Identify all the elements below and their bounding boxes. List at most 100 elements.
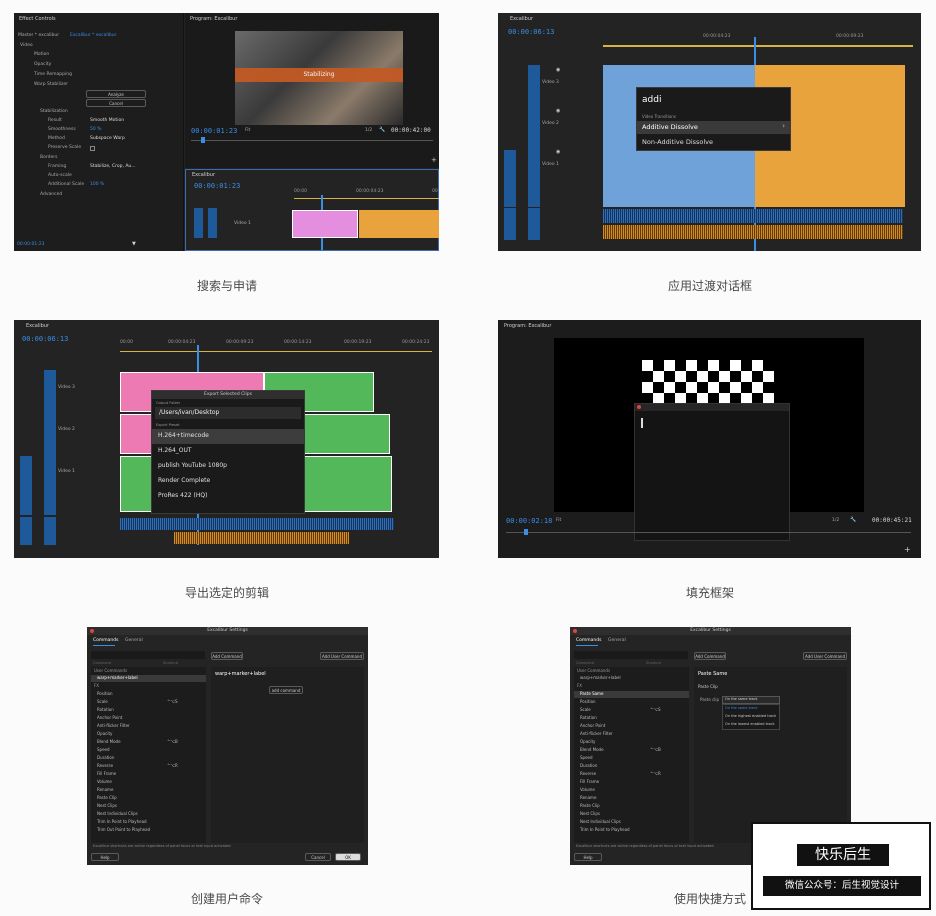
eye-icon[interactable]: ◉ (556, 150, 560, 155)
a1-source[interactable] (20, 517, 32, 545)
add-user-command-button[interactable]: Add User Command (320, 652, 364, 660)
cmd-item[interactable]: Blend Mode (580, 748, 604, 752)
user-command-item[interactable]: warp+marker+label (580, 676, 621, 680)
fx-warp[interactable]: Warp Stabilizer (34, 82, 68, 88)
add-command-button[interactable]: Add Command (694, 652, 726, 660)
cmd-item[interactable]: Nest Individual Clips (97, 812, 138, 816)
help-button[interactable]: Help (574, 853, 602, 861)
audio-waveform-1[interactable] (603, 209, 903, 223)
eye-icon[interactable]: ◉ (556, 109, 560, 114)
cmd-item[interactable]: Position (580, 700, 596, 704)
fx-opacity[interactable]: Opacity (34, 62, 51, 68)
search-input[interactable]: addi (642, 96, 661, 105)
cmd-item[interactable]: Nest Clips (580, 812, 600, 816)
cmd-item[interactable]: Fill Frame (580, 780, 599, 784)
cmd-item[interactable]: Anchor Point (97, 716, 122, 720)
analyze-button[interactable]: Analyze (86, 90, 146, 98)
fx-motion[interactable]: Motion (34, 52, 49, 58)
sequence-tab[interactable]: Excalibur (192, 173, 215, 178)
resolution-dropdown[interactable]: 1/2 (365, 128, 372, 134)
work-area-bar[interactable] (294, 198, 439, 199)
work-area-bar[interactable] (120, 351, 432, 352)
preset-item[interactable]: ProRes 422 (HQ) (158, 493, 207, 499)
cmd-item[interactable]: Nest Clips (97, 804, 117, 808)
cmd-item[interactable]: Scale (580, 708, 591, 712)
close-dot-icon[interactable] (637, 405, 641, 409)
v1-source[interactable] (194, 208, 203, 238)
cmd-item[interactable]: Rotation (580, 716, 597, 720)
cmd-item[interactable]: Scale (97, 700, 108, 704)
cmd-item[interactable]: Reverse (97, 764, 113, 768)
selected-command[interactable]: Paste Same (580, 692, 603, 696)
cmd-item[interactable]: Anchor Point (580, 724, 605, 728)
result-item-2[interactable]: Non-Additive Dissolve (642, 139, 713, 146)
cmd-item[interactable]: Volume (97, 780, 112, 784)
wrench-icon[interactable]: 🔧 (850, 518, 856, 523)
eye-icon[interactable]: ◉ (556, 68, 560, 73)
cmd-item[interactable]: Anti-flicker Filter (580, 732, 613, 736)
add-user-command-button[interactable]: Add User Command (803, 652, 847, 660)
framing-dropdown[interactable]: Stabilize, Crop, Au... (90, 164, 136, 170)
work-area-bar[interactable] (603, 45, 913, 47)
preserve-checkbox[interactable] (90, 146, 95, 151)
tab-general[interactable]: General (125, 638, 143, 644)
text-caret[interactable] (641, 418, 643, 428)
search-input[interactable] (574, 651, 688, 659)
preset-item[interactable]: H.264_OUT (158, 448, 192, 454)
a-target-column[interactable] (528, 208, 540, 240)
cmd-item[interactable]: Speed (97, 748, 110, 752)
help-button[interactable]: Help (91, 853, 119, 861)
v1-source[interactable] (504, 150, 516, 207)
add-scaling-value[interactable]: 100 % (90, 182, 104, 188)
cmd-item[interactable]: Opacity (580, 740, 595, 744)
clip-orange[interactable] (359, 210, 439, 238)
playhead[interactable] (201, 137, 205, 143)
filter-icon[interactable]: ▼ (132, 242, 136, 247)
cmd-item[interactable]: Speed (580, 756, 593, 760)
cmd-item[interactable]: Rename (580, 796, 596, 800)
output-folder-field[interactable]: /Users/ivan/Desktop (155, 407, 301, 419)
cmd-item[interactable]: Rotation (97, 708, 114, 712)
preset-item[interactable]: H.264+timecode (158, 433, 209, 439)
ok-button[interactable]: OK (335, 853, 361, 861)
sequence-tab[interactable]: Excalibur (26, 324, 49, 329)
paste-target-dropdown[interactable]: On the same track (722, 696, 780, 704)
cmd-item[interactable]: Rename (97, 788, 113, 792)
audio-waveform-2[interactable] (174, 532, 349, 544)
cmd-item[interactable]: Position (97, 692, 113, 696)
preset-item[interactable]: Render Complete (158, 478, 210, 484)
add-command-inner-button[interactable]: add command (269, 686, 303, 694)
preset-item[interactable]: publish YouTube 1080p (158, 463, 227, 469)
tab-commands[interactable]: Commands (576, 638, 601, 644)
add-button-icon[interactable]: + (904, 546, 911, 554)
cmd-item[interactable]: Paste Clip (97, 796, 117, 800)
a-target-column[interactable] (44, 517, 56, 545)
sequence-tab[interactable]: Excalibur (510, 17, 533, 22)
method-dropdown[interactable]: Subspace Warp (90, 136, 125, 142)
cmd-item[interactable]: Reverse (580, 772, 596, 776)
cmd-item[interactable]: Volume (580, 788, 595, 792)
add-command-button[interactable]: Add Command (211, 652, 243, 660)
cmd-item[interactable]: Blend Mode (97, 740, 121, 744)
cancel-analyze-button[interactable]: Cancel (86, 99, 146, 107)
video-target-column[interactable] (528, 65, 540, 207)
audio-waveform-1[interactable] (120, 518, 394, 530)
option-2[interactable]: On the highest enabled track (725, 714, 776, 719)
result-item-selected[interactable]: Additive Dissolve › (637, 121, 790, 134)
wrench-icon[interactable]: 🔧 (379, 128, 385, 133)
fx-time-remap[interactable]: Time Remapping (34, 72, 72, 78)
v1-target[interactable] (208, 208, 217, 238)
search-input[interactable] (91, 651, 205, 659)
fit-dropdown[interactable]: Fit (556, 518, 561, 524)
resolution-dropdown[interactable]: 1/2 (832, 518, 839, 524)
option-1[interactable]: On the same track (725, 706, 758, 711)
tab-general[interactable]: General (608, 638, 626, 644)
tab-commands[interactable]: Commands (93, 638, 118, 644)
cmd-item[interactable]: Duration (97, 756, 114, 760)
cmd-item[interactable]: Trim In Point to Playhead (97, 820, 147, 824)
add-button-icon[interactable]: + (431, 157, 437, 164)
smoothness-value[interactable]: 50 % (90, 127, 101, 133)
video-target-column[interactable] (44, 370, 56, 515)
cmd-item[interactable]: Trim In Point to Playhead (580, 828, 630, 832)
v1-source[interactable] (20, 456, 32, 515)
